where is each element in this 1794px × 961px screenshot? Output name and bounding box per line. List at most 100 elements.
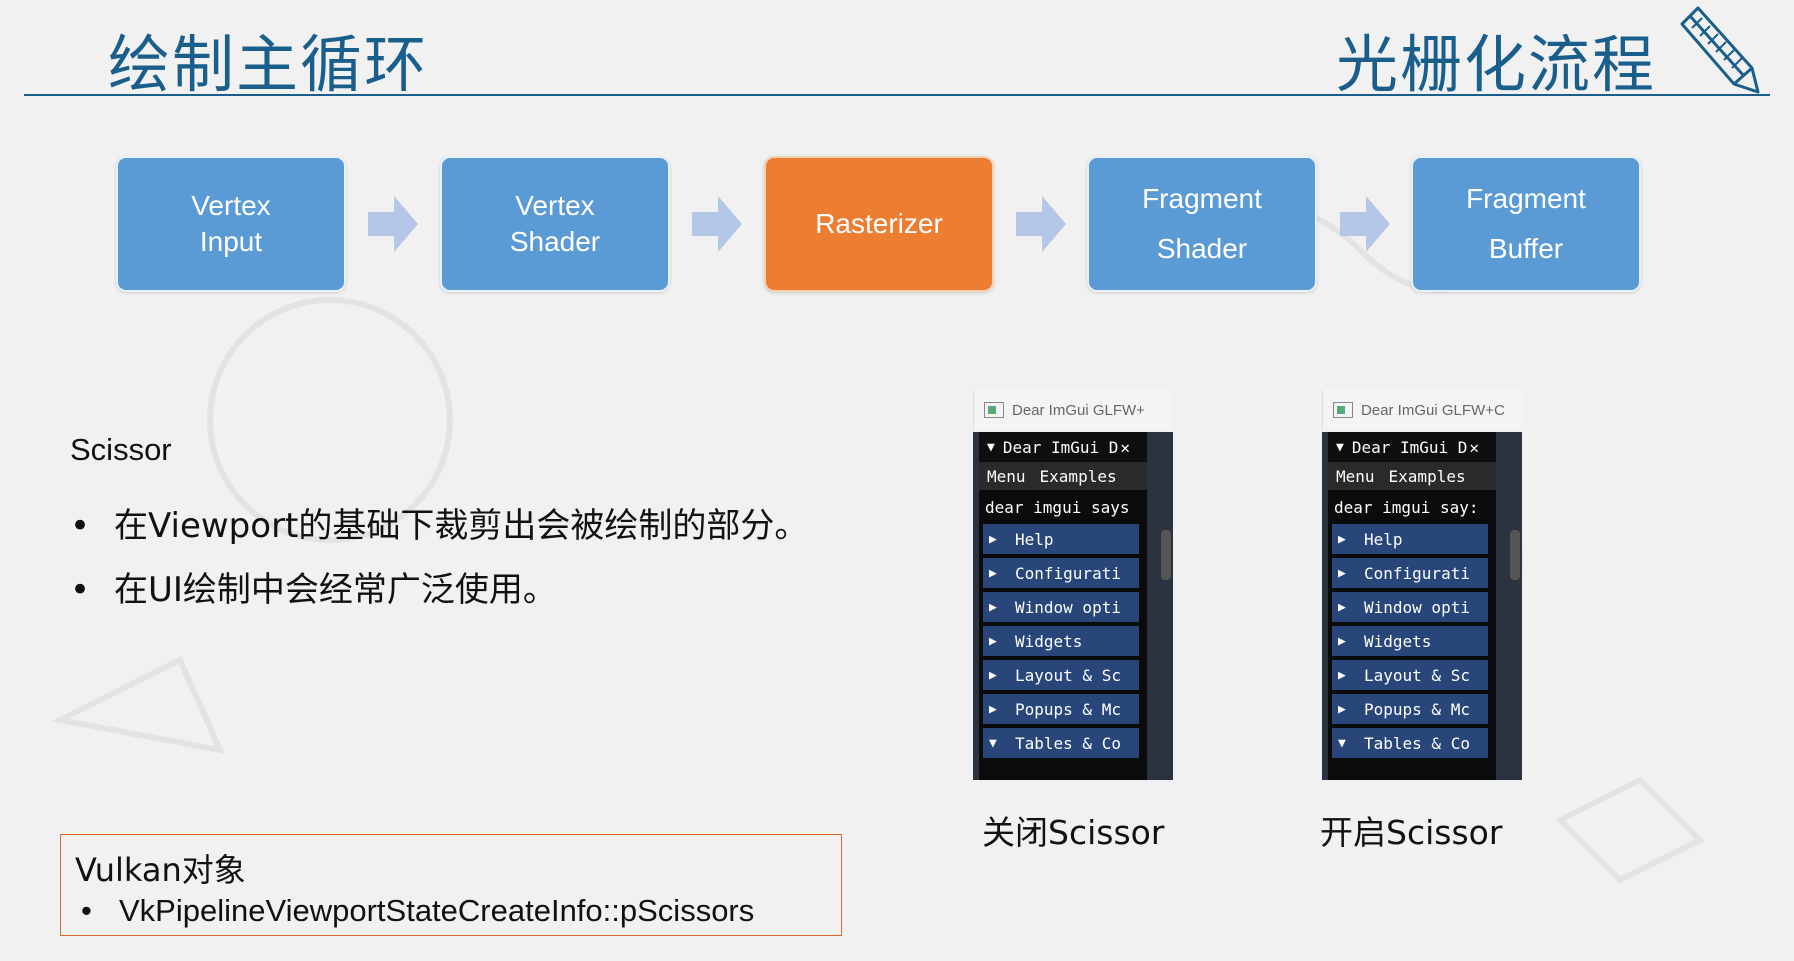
imgui-tree-item-tables[interactable]: ▼ Tables & Co bbox=[1332, 728, 1488, 758]
section-title: 光栅化流程 bbox=[1335, 28, 1656, 101]
imgui-tree-item-help[interactable]: ▶ Help bbox=[983, 524, 1139, 554]
imgui-demo-window: ▼ Dear ImGui D ✕ Menu Examples dear imgu… bbox=[979, 432, 1147, 780]
imgui-header-label: Dear ImGui D bbox=[1002, 437, 1119, 457]
window-title: Dear ImGui GLFW+ bbox=[1012, 401, 1145, 419]
tree-item-label: Window opti bbox=[1015, 597, 1121, 617]
expand-triangle-icon: ▶ bbox=[989, 531, 997, 547]
expand-triangle-icon: ▼ bbox=[989, 735, 997, 751]
window-icon bbox=[984, 402, 1004, 418]
imgui-menubar: Menu Examples bbox=[979, 462, 1147, 490]
imgui-window-header[interactable]: ▼ Dear ImGui D ✕ bbox=[979, 432, 1147, 462]
imgui-demo-window: ▼ Dear ImGui D ✕ Menu Examples dear imgu… bbox=[1328, 432, 1496, 780]
imgui-viewport: ▼ Dear ImGui D ✕ Menu Examples dear imgu… bbox=[973, 432, 1173, 780]
window-icon bbox=[1333, 402, 1353, 418]
tree-item-label: Tables & Co bbox=[1364, 733, 1470, 753]
window-titlebar: Dear ImGui GLFW+C bbox=[1322, 390, 1522, 430]
bullet-item: • 在Viewport的基础下裁剪出会被绘制的部分。 bbox=[70, 506, 809, 546]
page-title: 绘制主循环 bbox=[108, 28, 429, 101]
menu-item-menu[interactable]: Menu bbox=[987, 467, 1026, 486]
tree-item-label: Layout & Sc bbox=[1015, 665, 1121, 685]
stage-label: Fragment bbox=[1142, 183, 1262, 214]
tree-item-label: Widgets bbox=[1364, 631, 1432, 651]
caption-scissor-off: 关闭Scissor bbox=[982, 813, 1165, 852]
expand-triangle-icon: ▶ bbox=[989, 667, 997, 683]
vulkan-object-box: Vulkan对象 • VkPipelineViewportStateCreateI… bbox=[60, 834, 842, 936]
imgui-tree-item-window-options[interactable]: ▶ Window opti bbox=[1332, 592, 1488, 622]
stage-label: Input bbox=[199, 226, 263, 257]
tree-item-label: Help bbox=[1015, 529, 1054, 549]
stage-vertex-shader: Vertex Shader bbox=[440, 156, 670, 292]
imgui-window-scissor-off: Dear ImGui GLFW+ ▼ Dear ImGui D ✕ Menu E… bbox=[973, 390, 1173, 780]
tree-item-label: Tables & Co bbox=[1015, 733, 1121, 753]
stage-label: Vertex bbox=[515, 190, 595, 221]
arrow-right-icon bbox=[368, 196, 418, 252]
window-titlebar: Dear ImGui GLFW+ bbox=[973, 390, 1173, 430]
expand-triangle-icon: ▶ bbox=[1338, 599, 1346, 615]
stage-rasterizer: Rasterizer bbox=[764, 156, 994, 292]
imgui-tree-item-widgets[interactable]: ▶ Widgets bbox=[1332, 626, 1488, 656]
imgui-window-header[interactable]: ▼ Dear ImGui D ✕ bbox=[1328, 432, 1496, 462]
expand-triangle-icon: ▶ bbox=[989, 599, 997, 615]
tree-item-label: Layout & Sc bbox=[1364, 665, 1470, 685]
expand-triangle-icon: ▶ bbox=[1338, 633, 1346, 649]
bullet-text: 在Viewport的基础下裁剪出会被绘制的部分。 bbox=[114, 506, 809, 546]
menu-item-menu[interactable]: Menu bbox=[1336, 467, 1375, 486]
imgui-menubar: Menu Examples bbox=[1328, 462, 1496, 490]
menu-item-examples[interactable]: Examples bbox=[1040, 467, 1117, 486]
background-doodle bbox=[50, 207, 1706, 884]
stage-label: Rasterizer bbox=[815, 208, 943, 239]
expand-triangle-icon: ▶ bbox=[989, 633, 997, 649]
menu-item-examples[interactable]: Examples bbox=[1389, 467, 1466, 486]
imgui-tree-item-configuration[interactable]: ▶ Configurati bbox=[1332, 558, 1488, 588]
imgui-window-scissor-on: Dear ImGui GLFW+C ▼ Dear ImGui D ✕ Menu … bbox=[1322, 390, 1522, 780]
imgui-tree-item-layout[interactable]: ▶ Layout & Sc bbox=[1332, 660, 1488, 690]
close-icon[interactable]: ✕ bbox=[1469, 438, 1479, 457]
expand-triangle-icon: ▼ bbox=[1338, 735, 1346, 751]
stage-label: Fragment bbox=[1466, 183, 1586, 214]
window-title: Dear ImGui GLFW+C bbox=[1361, 401, 1505, 419]
pencil-icon bbox=[1680, 6, 1760, 94]
stage-fragment-buffer: Fragment Buffer bbox=[1411, 156, 1641, 292]
expand-triangle-icon: ▶ bbox=[1338, 701, 1346, 717]
imgui-tree-item-popups[interactable]: ▶ Popups & Mc bbox=[1332, 694, 1488, 724]
arrow-right-icon bbox=[692, 196, 742, 252]
imgui-tree-item-widgets[interactable]: ▶ Widgets bbox=[983, 626, 1139, 656]
collapse-triangle-icon[interactable]: ▼ bbox=[1336, 440, 1344, 455]
imgui-header-label: Dear ImGui D bbox=[1351, 437, 1468, 457]
close-icon[interactable]: ✕ bbox=[1120, 438, 1130, 457]
tree-item-label: Widgets bbox=[1015, 631, 1083, 651]
scrollbar-thumb[interactable] bbox=[1510, 530, 1520, 580]
stage-label: Buffer bbox=[1488, 233, 1564, 264]
expand-triangle-icon: ▶ bbox=[989, 701, 997, 717]
imgui-says-text: dear imgui says bbox=[985, 497, 1130, 517]
arrow-right-icon bbox=[1340, 196, 1390, 252]
tree-item-label: Popups & Mc bbox=[1364, 699, 1470, 719]
stage-vertex-input: Vertex Input bbox=[116, 156, 346, 292]
vulkan-object-item: • VkPipelineViewportStateCreateInfo::pSci… bbox=[81, 893, 755, 928]
tree-item-label: Window opti bbox=[1364, 597, 1470, 617]
scissor-heading: Scissor bbox=[70, 432, 172, 467]
tree-item-label: Popups & Mc bbox=[1015, 699, 1121, 719]
arrow-right-icon bbox=[1016, 196, 1066, 252]
imgui-tree-item-configuration[interactable]: ▶ Configurati bbox=[983, 558, 1139, 588]
stage-label: Shader bbox=[509, 226, 601, 257]
expand-triangle-icon: ▶ bbox=[1338, 565, 1346, 581]
caption-scissor-on: 开启Scissor bbox=[1320, 813, 1503, 852]
imgui-tree-item-tables[interactable]: ▼ Tables & Co bbox=[983, 728, 1139, 758]
vulkan-object-title: Vulkan对象 bbox=[75, 851, 246, 889]
stage-fragment-shader: Fragment Shader bbox=[1087, 156, 1317, 292]
collapse-triangle-icon[interactable]: ▼ bbox=[987, 440, 995, 455]
imgui-tree-item-layout[interactable]: ▶ Layout & Sc bbox=[983, 660, 1139, 690]
imgui-tree-item-popups[interactable]: ▶ Popups & Mc bbox=[983, 694, 1139, 724]
scrollbar-thumb[interactable] bbox=[1161, 530, 1171, 580]
bullet-item: • 在UI绘制中会经常广泛使用。 bbox=[70, 570, 557, 610]
imgui-tree-item-help[interactable]: ▶ Help bbox=[1332, 524, 1488, 554]
imgui-viewport: ▼ Dear ImGui D ✕ Menu Examples dear imgu… bbox=[1322, 432, 1522, 780]
header-divider bbox=[24, 94, 1770, 96]
expand-triangle-icon: ▶ bbox=[1338, 531, 1346, 547]
stage-label: Shader bbox=[1156, 233, 1248, 264]
vulkan-object-name: VkPipelineViewportStateCreateInfo::pScis… bbox=[119, 893, 755, 928]
tree-item-label: Configurati bbox=[1364, 563, 1470, 583]
imgui-tree-item-window-options[interactable]: ▶ Window opti bbox=[983, 592, 1139, 622]
stage-label: Vertex bbox=[191, 190, 271, 221]
